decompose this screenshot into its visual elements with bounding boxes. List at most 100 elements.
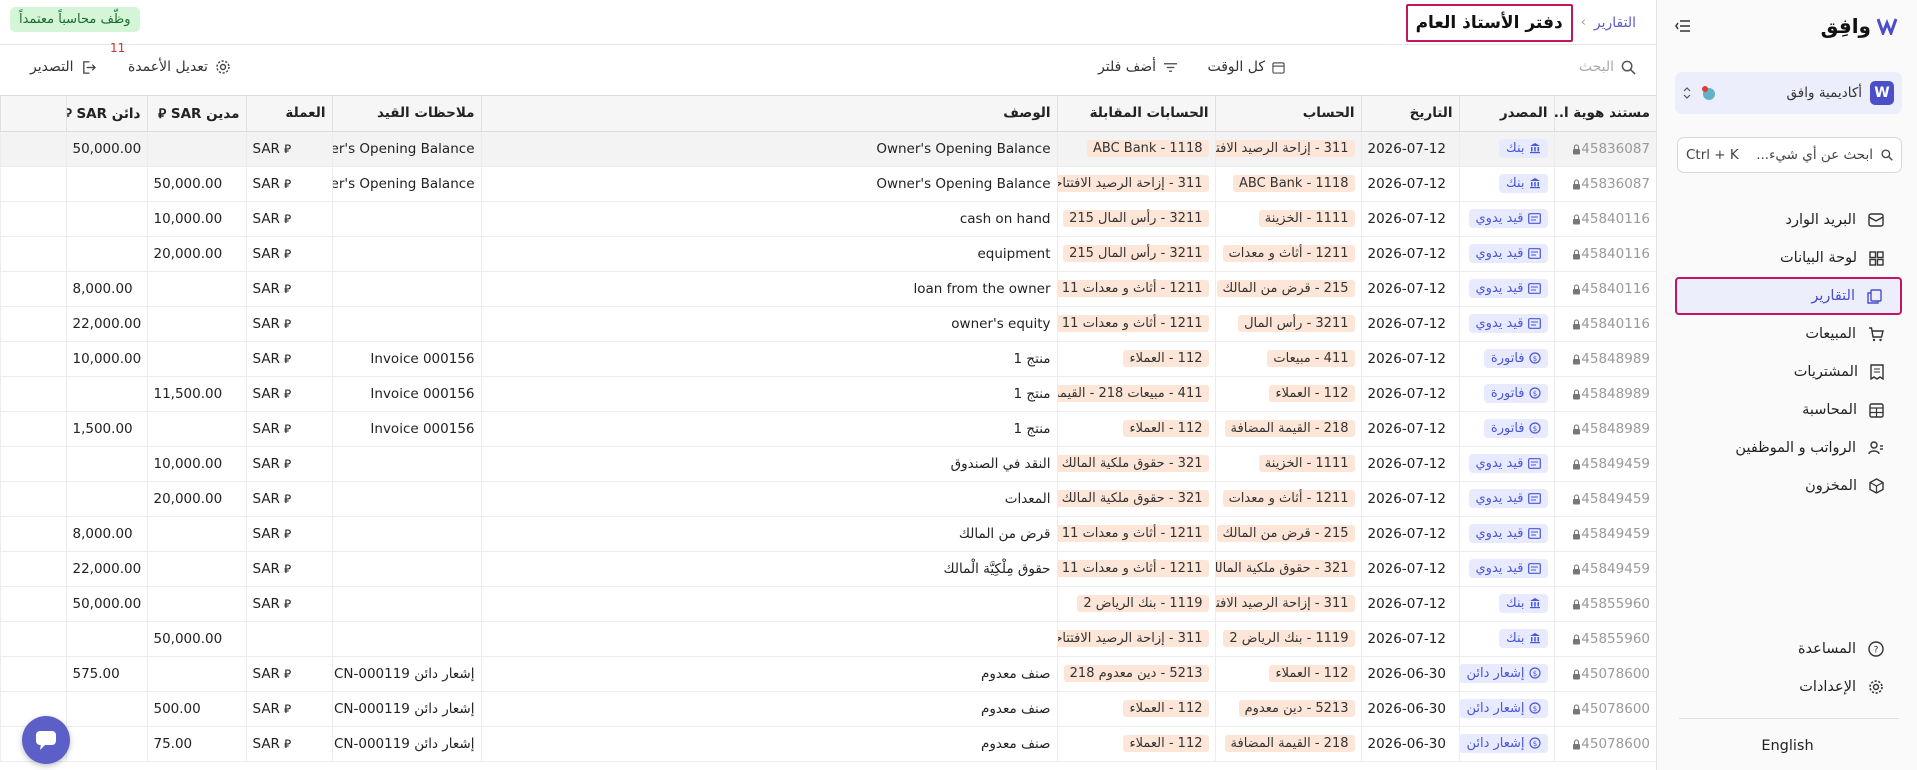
counter-account-tag[interactable]: 1211 - أثاث و معدات 11 bbox=[1058, 315, 1209, 332]
header-credit[interactable]: دائن SAR ⃁ bbox=[65, 96, 147, 132]
counter-account-tag[interactable]: 112 - العملاء bbox=[1123, 420, 1209, 437]
counter-account-tag[interactable]: 311 - إزاحة الرصيد الافتتاحي bbox=[1058, 630, 1209, 647]
source-badge[interactable]: $ إشعار دائن bbox=[1460, 663, 1548, 683]
table-row[interactable]: 45840116 قيد يدوي 2026-07-12 3211 - رأس الم… bbox=[0, 306, 1656, 342]
table-row[interactable]: 45848989 $ فاتورة 2026-07-12 218 - القيمة ال… bbox=[0, 411, 1656, 447]
doc-id-cell[interactable]: 45078600 bbox=[1553, 691, 1656, 727]
counter-account-tag[interactable]: 1118 - ABC Bank bbox=[1086, 140, 1209, 157]
header-currency[interactable]: العملة bbox=[245, 96, 332, 132]
table-row[interactable]: 45848989 $ فاتورة 2026-07-12 112 - العملاء 41… bbox=[0, 376, 1656, 412]
account-tag[interactable]: 1118 - ABC Bank bbox=[1232, 175, 1355, 192]
source-badge[interactable]: قيد يدوي bbox=[1468, 209, 1548, 228]
counter-account-tag[interactable]: 112 - العملاء bbox=[1123, 700, 1209, 717]
search-input[interactable]: البحث bbox=[1579, 59, 1614, 75]
account-tag[interactable]: 215 - قرض من المالك bbox=[1216, 525, 1355, 542]
doc-id-cell[interactable]: 45848989 bbox=[1553, 341, 1656, 377]
table-row[interactable]: 45849459 قيد يدوي 2026-07-12 321 - حقوق ملك… bbox=[0, 551, 1656, 587]
table-row[interactable]: 45848989 $ فاتورة 2026-07-12 411 - مبيعات 112… bbox=[0, 341, 1656, 377]
quick-search-input[interactable]: ابحث عن أي شيء... bbox=[1756, 147, 1873, 163]
source-badge[interactable]: $ فاتورة bbox=[1483, 383, 1548, 403]
sidebar-item-help[interactable]: ? المساعدة bbox=[1675, 630, 1902, 668]
header-date[interactable]: التاريخ bbox=[1360, 96, 1459, 132]
counter-account-tag[interactable]: 112 - العملاء bbox=[1123, 350, 1209, 367]
account-tag[interactable]: 1211 - أثاث و معدات bbox=[1222, 245, 1355, 262]
header-debit[interactable]: مدين SAR ⃁ bbox=[146, 96, 246, 132]
account-tag[interactable]: 3211 - رأس المال bbox=[1238, 315, 1355, 332]
counter-account-tag[interactable]: 1211 - أثاث و معدات 11 bbox=[1058, 280, 1209, 297]
organization-switcher[interactable]: W أكاديمية وافق bbox=[1675, 72, 1902, 114]
account-tag[interactable]: 311 - إزاحة الرصيد الافتتاحي bbox=[1216, 595, 1355, 612]
hire-accountant-badge[interactable]: وظّف محاسباً معتمداً bbox=[10, 7, 140, 32]
header-entry-notes[interactable]: ملاحظات القيد bbox=[331, 96, 481, 132]
source-badge[interactable]: قيد يدوي bbox=[1468, 524, 1548, 543]
table-row[interactable]: 45840116 قيد يدوي 2026-07-12 215 - قرض من ا… bbox=[0, 271, 1656, 307]
table-row[interactable]: 45849459 قيد يدوي 2026-07-12 215 - قرض من ا… bbox=[0, 516, 1656, 552]
sidebar-item-cart[interactable]: المبيعات bbox=[1675, 315, 1902, 353]
source-badge[interactable]: بنك bbox=[1499, 593, 1548, 613]
breadcrumb-reports-link[interactable]: التقارير bbox=[1594, 15, 1636, 31]
sidebar-item-box[interactable]: المخزون bbox=[1675, 467, 1902, 505]
doc-id-cell[interactable]: 45840116 bbox=[1553, 271, 1656, 307]
doc-id-cell[interactable]: 45836087 bbox=[1553, 166, 1656, 202]
doc-id-cell[interactable]: 45848989 bbox=[1553, 376, 1656, 412]
source-badge[interactable]: $ إشعار دائن bbox=[1460, 733, 1548, 753]
quick-search-box[interactable]: ابحث عن أي شيء... Ctrl + K bbox=[1677, 137, 1902, 173]
table-row[interactable]: 45849459 قيد يدوي 2026-07-12 1211 - أثاث و … bbox=[0, 481, 1656, 517]
doc-id-cell[interactable]: 45855960 bbox=[1553, 621, 1656, 657]
search-box[interactable]: البحث bbox=[1579, 45, 1636, 89]
doc-id-cell[interactable]: 45840116 bbox=[1553, 201, 1656, 237]
header-doc-id[interactable]: مستند هوية ا... bbox=[1553, 96, 1656, 132]
source-badge[interactable]: بنك bbox=[1499, 628, 1548, 648]
doc-id-cell[interactable]: 45840116 bbox=[1553, 236, 1656, 272]
source-badge[interactable]: بنك bbox=[1499, 173, 1548, 193]
ledger-table-container[interactable]: مستند هوية ا... المصدر التاريخ الحساب ال… bbox=[0, 95, 1656, 770]
sidebar-item-reports[interactable]: التقارير bbox=[1675, 277, 1902, 315]
source-badge[interactable]: قيد يدوي bbox=[1468, 244, 1548, 263]
sidebar-item-accounting[interactable]: المحاسبة bbox=[1675, 391, 1902, 429]
source-badge[interactable]: $ إشعار دائن bbox=[1460, 698, 1548, 718]
collapse-sidebar-button[interactable] bbox=[1675, 19, 1691, 33]
header-account[interactable]: الحساب bbox=[1214, 96, 1361, 132]
doc-id-cell[interactable]: 45849459 bbox=[1553, 551, 1656, 587]
table-row[interactable]: 45855960 بنك 2026-07-12 1119 - بنك الرياض 2… bbox=[0, 621, 1656, 657]
edit-columns-button[interactable]: تعديل الأعمدة bbox=[128, 45, 231, 89]
sidebar-item-receipt[interactable]: المشتريات bbox=[1675, 353, 1902, 391]
doc-id-cell[interactable]: 45849459 bbox=[1553, 516, 1656, 552]
table-row[interactable]: 45840116 قيد يدوي 2026-07-12 1111 - الخزينة… bbox=[0, 201, 1656, 237]
table-row[interactable]: 45078600 $ إشعار دائن 2026-06-30 218 - القيم… bbox=[0, 726, 1656, 762]
source-badge[interactable]: بنك bbox=[1499, 138, 1548, 158]
table-row[interactable]: 45078600 $ إشعار دائن 2026-06-30 112 - العمل… bbox=[0, 656, 1656, 692]
app-logo[interactable]: وافِق bbox=[1821, 14, 1901, 38]
header-source[interactable]: المصدر bbox=[1458, 96, 1554, 132]
account-tag[interactable]: 1119 - بنك الرياض 2 bbox=[1223, 630, 1355, 647]
source-badge[interactable]: قيد يدوي bbox=[1468, 314, 1548, 333]
doc-id-cell[interactable]: 45078600 bbox=[1553, 726, 1656, 762]
doc-id-cell[interactable]: 45078600 bbox=[1553, 656, 1656, 692]
chat-support-button[interactable] bbox=[22, 716, 70, 764]
counter-account-tag[interactable]: 3211 - رأس المال 215 bbox=[1063, 245, 1209, 262]
add-filter-button[interactable]: أضف فلتر bbox=[1098, 45, 1178, 89]
account-tag[interactable]: 112 - العملاء bbox=[1269, 665, 1355, 682]
sidebar-item-dashboard[interactable]: لوحة البيانات bbox=[1675, 239, 1902, 277]
source-badge[interactable]: قيد يدوي bbox=[1468, 559, 1548, 578]
counter-account-tag[interactable]: 1119 - بنك الرياض 2 bbox=[1077, 595, 1209, 612]
counter-account-tag[interactable]: 5213 - دين معدوم 218 bbox=[1063, 665, 1209, 682]
doc-id-cell[interactable]: 45848989 bbox=[1553, 411, 1656, 447]
source-badge[interactable]: $ فاتورة bbox=[1483, 418, 1548, 438]
source-badge[interactable]: قيد يدوي bbox=[1468, 489, 1548, 508]
counter-account-tag[interactable]: 1211 - أثاث و معدات 11 bbox=[1058, 560, 1209, 577]
source-badge[interactable]: قيد يدوي bbox=[1468, 454, 1548, 473]
doc-id-cell[interactable]: 45836087 bbox=[1553, 131, 1656, 167]
account-tag[interactable]: 112 - العملاء bbox=[1269, 385, 1355, 402]
counter-account-tag[interactable]: 3211 - رأس المال 215 bbox=[1063, 210, 1209, 227]
counter-account-tag[interactable]: 112 - العملاء bbox=[1123, 735, 1209, 752]
table-row[interactable]: 45078600 $ إشعار دائن 2026-06-30 5213 - دين … bbox=[0, 691, 1656, 727]
export-button[interactable]: التصدير bbox=[30, 45, 96, 89]
counter-account-tag[interactable]: 411 - مبيعات 218 - القيمة bbox=[1058, 385, 1209, 402]
account-tag[interactable]: 1111 - الخزينة bbox=[1258, 455, 1355, 472]
account-tag[interactable]: 411 - مبيعات bbox=[1267, 350, 1355, 367]
sidebar-item-users[interactable]: الرواتب و الموظفين bbox=[1675, 429, 1902, 467]
account-tag[interactable]: 5213 - دين معدوم bbox=[1238, 700, 1355, 717]
source-badge[interactable]: قيد يدوي bbox=[1468, 279, 1548, 298]
sidebar-item-inbox[interactable]: البريد الوارد bbox=[1675, 201, 1902, 239]
